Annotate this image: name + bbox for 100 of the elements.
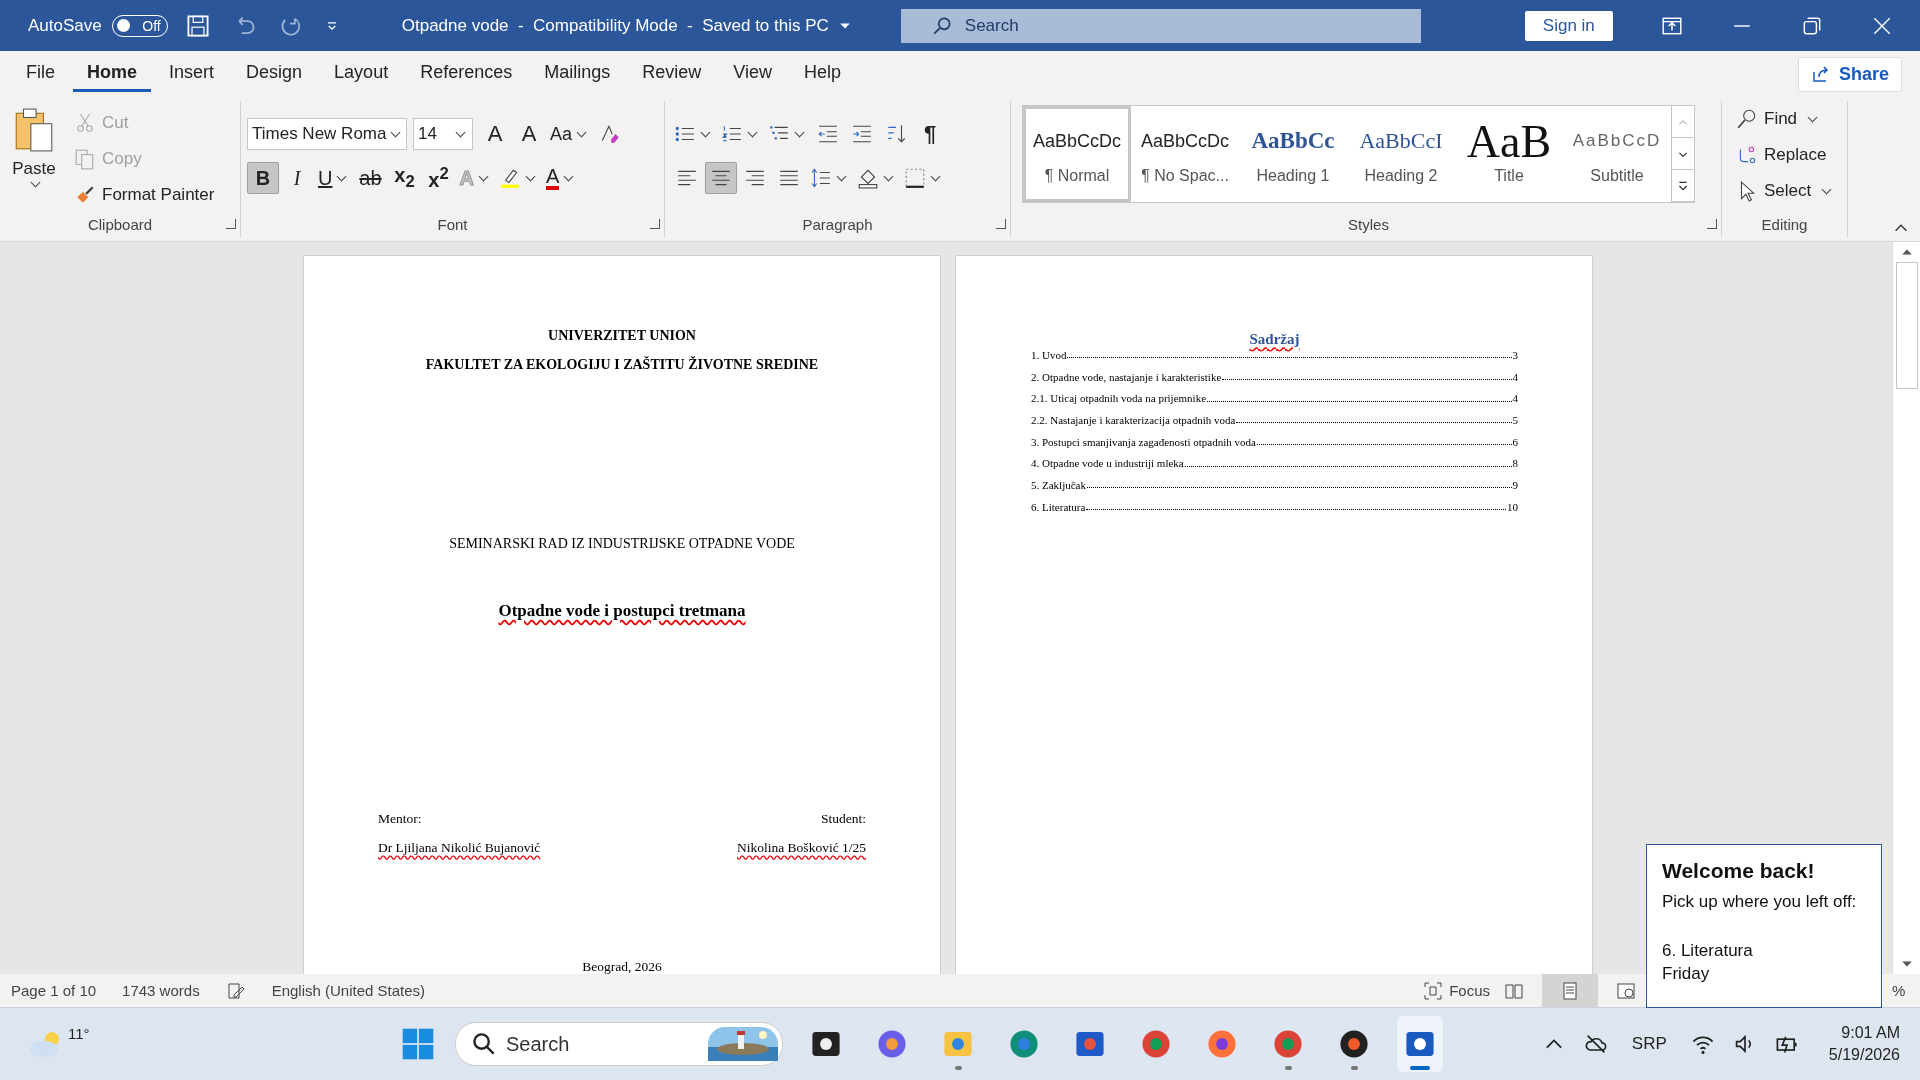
- zoom-level[interactable]: %: [1892, 982, 1912, 999]
- toc-title: Sadržaj: [1248, 331, 1301, 348]
- bold-button[interactable]: B: [247, 162, 279, 194]
- save-icon[interactable]: [185, 13, 210, 38]
- toc-page-number: 8: [1512, 457, 1518, 470]
- subject-text: SEMINARSKI RAD IZ INDUSTRIJSKE OTPADNE VODE: [448, 536, 796, 552]
- toc-entry[interactable]: 6. Literatura: [1031, 500, 1086, 513]
- style-item[interactable]: AaBbCcD Subtitle: [1563, 106, 1671, 202]
- focus-button[interactable]: Focus: [1423, 980, 1490, 1001]
- sub-button[interactable]: x$_{2}$: [388, 162, 421, 194]
- outdent-icon: [817, 123, 839, 145]
- group-label: Clipboard: [87, 215, 153, 233]
- toc-page-number: 4: [1512, 370, 1518, 383]
- style-item[interactable]: AaBbCc Heading 1: [1239, 106, 1347, 202]
- toc-page-number: 9: [1512, 478, 1518, 491]
- eraser-icon: [599, 123, 622, 145]
- mentor-name: Dr Ljiljana Nikolić Bujanović: [378, 840, 541, 856]
- font-name-field[interactable]: Times New Roma: [247, 118, 407, 150]
- ribbon-tab[interactable]: Review: [628, 56, 716, 92]
- italic-button[interactable]: I: [281, 162, 313, 194]
- case-font-button[interactable]: Aa: [547, 118, 593, 150]
- window-title[interactable]: Otpadne vode - Compatibility Mode - Saved to this PC: [401, 15, 829, 36]
- group-label: Styles: [1348, 215, 1389, 233]
- dialog-launcher-icon[interactable]: [650, 219, 660, 229]
- print-view-button[interactable]: [1542, 974, 1598, 1007]
- copy-icon: [74, 148, 96, 170]
- toc-entry[interactable]: 5. Zaključak: [1031, 478, 1086, 491]
- place-date-text: Beograd, 2026: [581, 959, 663, 974]
- ribbon-tab[interactable]: Layout: [320, 56, 403, 92]
- clock-time[interactable]: 9:01 AM: [1841, 1024, 1900, 1042]
- dialog-launcher-icon[interactable]: [996, 219, 1006, 229]
- strike-button[interactable]: ab: [354, 162, 387, 194]
- notification-item[interactable]: 6. Literatura: [1662, 941, 1866, 961]
- temperature[interactable]: 11°: [68, 1024, 90, 1042]
- select-button[interactable]: Select: [1732, 175, 1841, 207]
- painter-button[interactable]: Format Painter: [70, 179, 219, 211]
- toc-entry[interactable]: 1. Uvod: [1031, 348, 1067, 361]
- color-button[interactable]: A: [542, 162, 580, 194]
- group-label: Paragraph: [802, 215, 873, 233]
- proofing-icon[interactable]: [225, 980, 246, 1001]
- search-field[interactable]: Search: [900, 8, 1421, 43]
- notification-text: Pick up where you left off:: [1662, 892, 1858, 912]
- style-item[interactable]: AaB Title: [1455, 106, 1563, 202]
- toc-entry[interactable]: 2.1. Uticaj otpadnih voda na prijemnike: [1031, 392, 1207, 405]
- language-label[interactable]: English (United States): [271, 982, 426, 999]
- dialog-launcher-icon[interactable]: [1707, 219, 1717, 229]
- heading-text: UNIVERZITET UNION: [547, 328, 697, 344]
- taskbar-search-field[interactable]: Search: [455, 1022, 783, 1066]
- search-icon: [1736, 108, 1758, 130]
- toc-entry[interactable]: 2.2. Nastajanje i karakterizacija otpadnih voda: [1031, 413, 1236, 426]
- toc-entry[interactable]: 2. Otpadne vode, nastajanje i karakteristike: [1031, 370, 1222, 383]
- sign-in-button[interactable]: Sign in: [1524, 10, 1613, 41]
- start-icon[interactable]: [401, 1027, 435, 1061]
- ribbon-tab[interactable]: Design: [232, 56, 317, 92]
- print-layout-icon: [1560, 980, 1580, 1001]
- heading-text: FAKULTET ZA EKOLOGIJU I ZAŠTITU ŽIVOTNE SREDINE: [424, 357, 820, 373]
- search-icon: [472, 1032, 496, 1056]
- toc-entry[interactable]: 4. Otpadne vode u industriji mleka: [1031, 457, 1184, 470]
- sort-icon: [885, 123, 907, 145]
- scroll-thumb[interactable]: [1895, 262, 1918, 389]
- student-name: Nikolina Bošković 1/25: [737, 840, 866, 856]
- share-button[interactable]: Share: [1797, 56, 1902, 92]
- ribbon-tab[interactable]: References: [406, 56, 527, 92]
- marks-button[interactable]: ¶: [914, 118, 946, 150]
- highlighter-icon: [498, 167, 521, 189]
- grow-font-button[interactable]: A: [479, 118, 511, 150]
- document-title: Otpadne vode i postupci tretmana: [497, 601, 747, 621]
- spacing-icon: [810, 167, 832, 189]
- underline-button[interactable]: U: [315, 162, 353, 194]
- input-language[interactable]: SRP: [1631, 1034, 1667, 1054]
- ribbon-tab[interactable]: File: [12, 56, 69, 92]
- align-center-button[interactable]: [705, 162, 737, 194]
- sup-button[interactable]: x$^{2}$: [422, 162, 455, 194]
- autosave-label: AutoSave: [28, 15, 102, 36]
- style-item[interactable]: AaBbCcDc ¶ Normal: [1023, 106, 1131, 202]
- notification-card[interactable]: Welcome back! Pick up where you left off: 6. Literatura Friday: [1646, 844, 1882, 1008]
- style-item[interactable]: AaBbCcI Heading 2: [1347, 106, 1455, 202]
- paste-button[interactable]: Paste: [6, 105, 62, 211]
- more-styles-icon[interactable]: [1677, 179, 1689, 192]
- find-button[interactable]: Find: [1732, 103, 1841, 135]
- share-icon: [1810, 64, 1831, 84]
- ribbon-tab[interactable]: Help: [789, 56, 855, 92]
- ribbon-tab[interactable]: Mailings: [530, 56, 625, 92]
- ribbon-tab[interactable]: Home: [73, 56, 152, 92]
- page-count[interactable]: Page 1 of 10: [11, 982, 97, 999]
- shrink-font-button[interactable]: A: [513, 118, 545, 150]
- notification-title: Welcome back!: [1662, 859, 1816, 883]
- clock-date[interactable]: 5/19/2026: [1828, 1046, 1900, 1064]
- ribbon-tab[interactable]: Insert: [155, 56, 229, 92]
- toc-entry[interactable]: 3. Postupci smanjivanja zagađenosti otpadnih voda: [1031, 435, 1256, 448]
- word-count[interactable]: 1743 words: [122, 982, 200, 999]
- replace-button[interactable]: Replace: [1732, 139, 1841, 171]
- toc-page-number: 10: [1507, 500, 1518, 513]
- cloud-off-icon[interactable]: [1583, 1032, 1608, 1056]
- toc-page-number: 4: [1512, 392, 1518, 405]
- dialog-launcher-icon[interactable]: [226, 219, 236, 229]
- ribbon-tab[interactable]: View: [719, 56, 786, 92]
- style-item[interactable]: AaBbCcDc ¶ No Spac...: [1131, 106, 1239, 202]
- scrollbar[interactable]: [1892, 242, 1920, 974]
- font-size-field[interactable]: 14: [413, 118, 473, 150]
